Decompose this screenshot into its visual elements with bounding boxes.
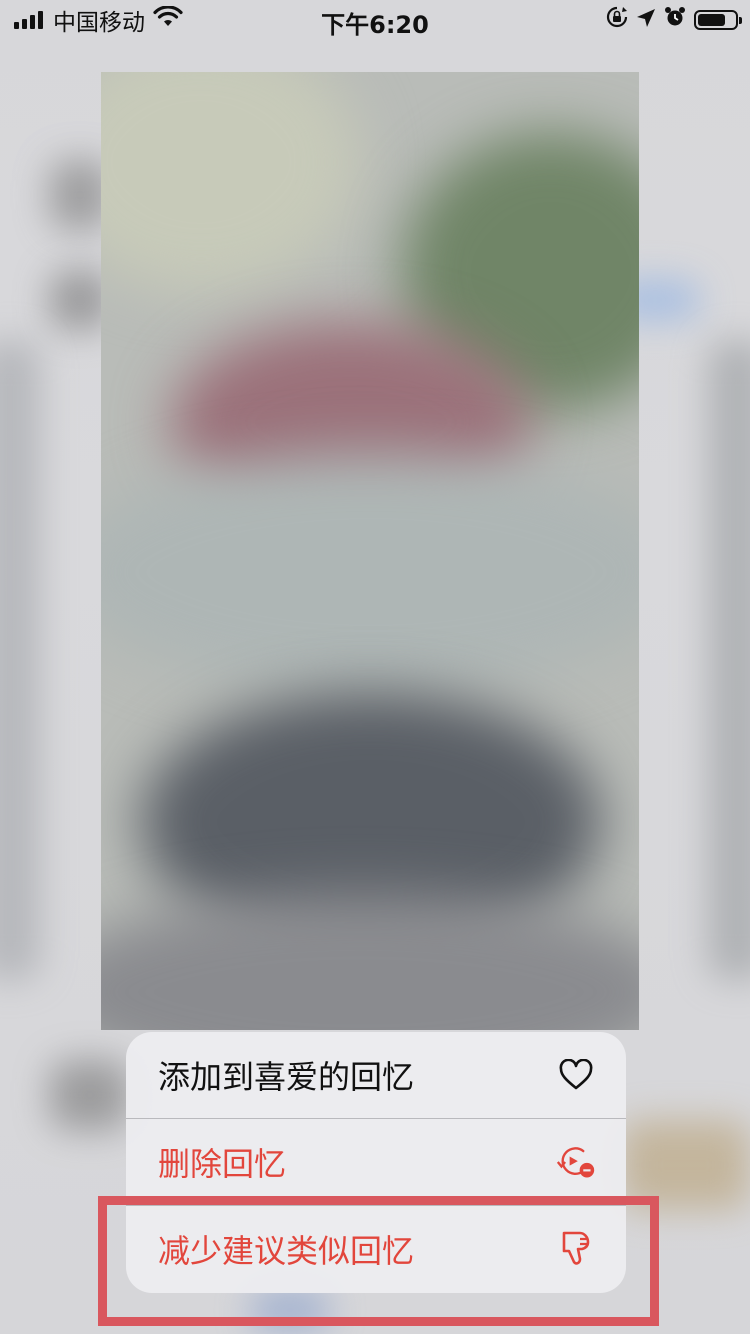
menu-item-suggest-fewer-similar-memories[interactable]: 减少建议类似回忆	[126, 1206, 626, 1292]
menu-item-label: 删除回忆	[158, 1145, 287, 1183]
menu-item-add-to-favorite-memories[interactable]: 添加到喜爱的回忆	[126, 1032, 626, 1118]
memory-preview-image	[101, 72, 639, 1030]
battery-icon	[694, 10, 742, 30]
heart-icon	[556, 1055, 596, 1095]
alarm-icon	[664, 6, 686, 34]
menu-item-label: 添加到喜爱的回忆	[158, 1058, 415, 1096]
thumbs-down-icon	[556, 1229, 596, 1269]
orientation-lock-icon	[606, 6, 628, 34]
status-bar: 中国移动 下午6:20	[0, 0, 750, 40]
memory-context-menu: 添加到喜爱的回忆 删除回忆 减少建议类似回忆	[126, 1032, 626, 1293]
menu-item-delete-memory[interactable]: 删除回忆	[126, 1119, 626, 1205]
location-icon	[636, 6, 656, 34]
delete-memory-icon	[556, 1142, 596, 1182]
menu-item-label: 减少建议类似回忆	[158, 1232, 415, 1270]
